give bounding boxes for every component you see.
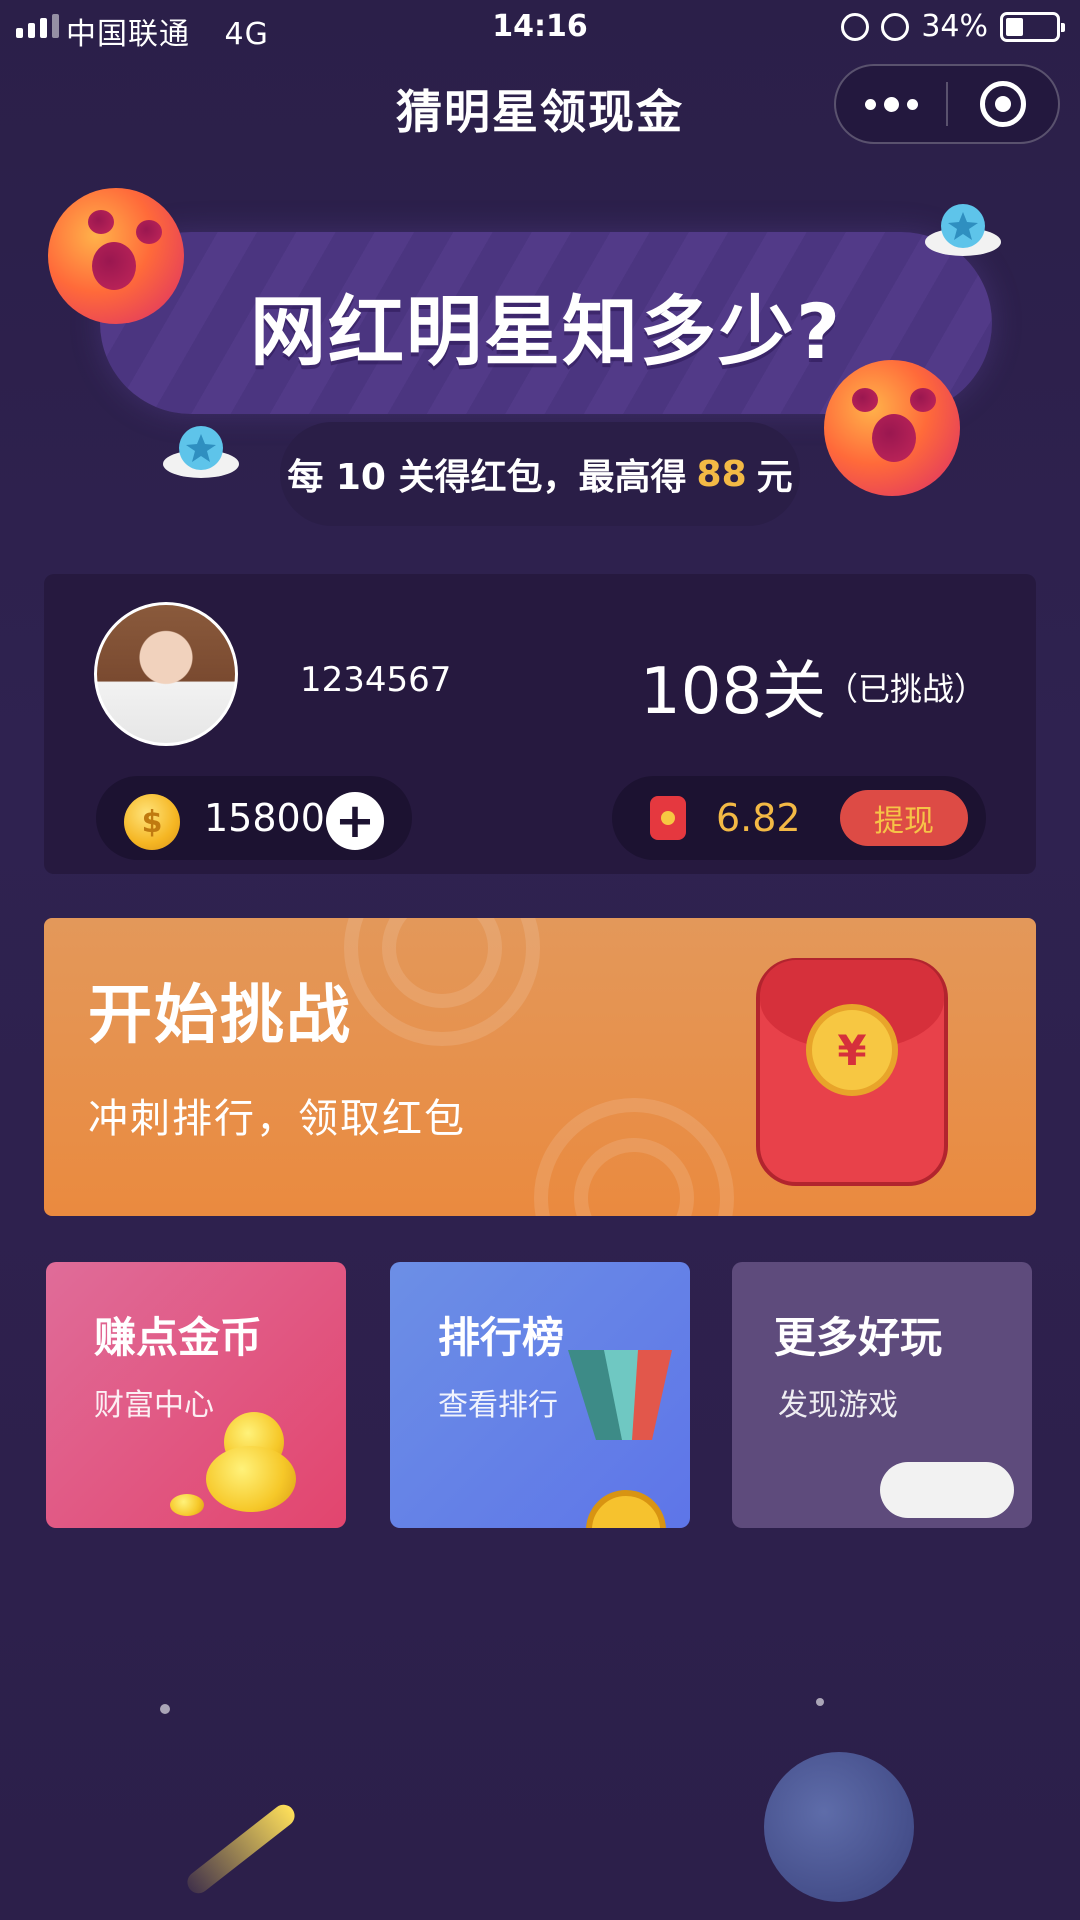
- more-dots-icon: [864, 98, 876, 110]
- close-target-icon: [979, 81, 1026, 127]
- challenge-subtitle: 冲刺排行，领取红包: [88, 1096, 466, 1142]
- star-decoration: [816, 1698, 824, 1706]
- coin-icon: $: [124, 794, 180, 850]
- status-bar: 中国联通 4G 14:16 34%: [0, 0, 1080, 54]
- red-packet-icon: [650, 796, 686, 840]
- cash-balance: 6.82: [716, 796, 801, 840]
- tile-subtitle: 发现游戏: [778, 1388, 898, 1423]
- withdraw-button[interactable]: 提现: [840, 790, 968, 846]
- tile-earn-coins[interactable]: 赚点金币 财富中心: [46, 1262, 346, 1528]
- tile-subtitle: 查看排行: [438, 1388, 558, 1423]
- battery-percent: 34%: [921, 9, 988, 44]
- levels-challenged: 108关: [640, 655, 827, 729]
- ufo-icon: [925, 204, 1001, 256]
- levels-note: （已挑战）: [826, 670, 987, 708]
- rotation-lock-icon: [841, 12, 870, 41]
- banner-subtitle: 每 10 关得红包，最高得 88 元: [280, 422, 800, 526]
- add-coins-button[interactable]: +: [326, 792, 384, 850]
- user-id: 1234567: [300, 660, 452, 700]
- miniprogram-capsule: [834, 64, 1060, 144]
- challenge-title: 开始挑战: [88, 979, 352, 1053]
- tile-title: 排行榜: [438, 1313, 565, 1362]
- star-decoration: [160, 1704, 170, 1714]
- close-button[interactable]: [948, 66, 1058, 142]
- tile-leaderboard[interactable]: 排行榜 查看排行: [390, 1262, 690, 1528]
- tile-subtitle: 财富中心: [94, 1388, 214, 1423]
- tile-title: 更多好玩: [774, 1313, 943, 1362]
- banner-subtitle-prefix: 每 10 关得红包，最高得: [287, 457, 687, 498]
- medal-ribbon-icon: [568, 1350, 672, 1440]
- status-right: 34%: [841, 9, 1065, 44]
- avatar[interactable]: [94, 602, 238, 746]
- planet-mascot-icon: [48, 188, 184, 324]
- gamepad-icon: [880, 1462, 1014, 1518]
- planet-decoration: [764, 1752, 914, 1902]
- tile-title: 赚点金币: [94, 1313, 263, 1362]
- banner-subtitle-suffix: 元: [756, 457, 793, 498]
- planet-mascot-icon: [824, 360, 960, 496]
- envelope-seal-icon: ¥: [806, 1004, 898, 1096]
- banner-subtitle-amount: 88: [696, 453, 747, 495]
- alarm-icon: [881, 12, 910, 41]
- tile-more-games[interactable]: 更多好玩 发现游戏: [732, 1262, 1032, 1528]
- medal-icon: [586, 1490, 666, 1528]
- comet-decoration: [183, 1800, 299, 1898]
- more-button[interactable]: [836, 66, 946, 142]
- battery-icon: [1000, 11, 1065, 42]
- banner-title: 网红明星知多少?: [249, 287, 843, 376]
- ufo-icon: [163, 426, 239, 478]
